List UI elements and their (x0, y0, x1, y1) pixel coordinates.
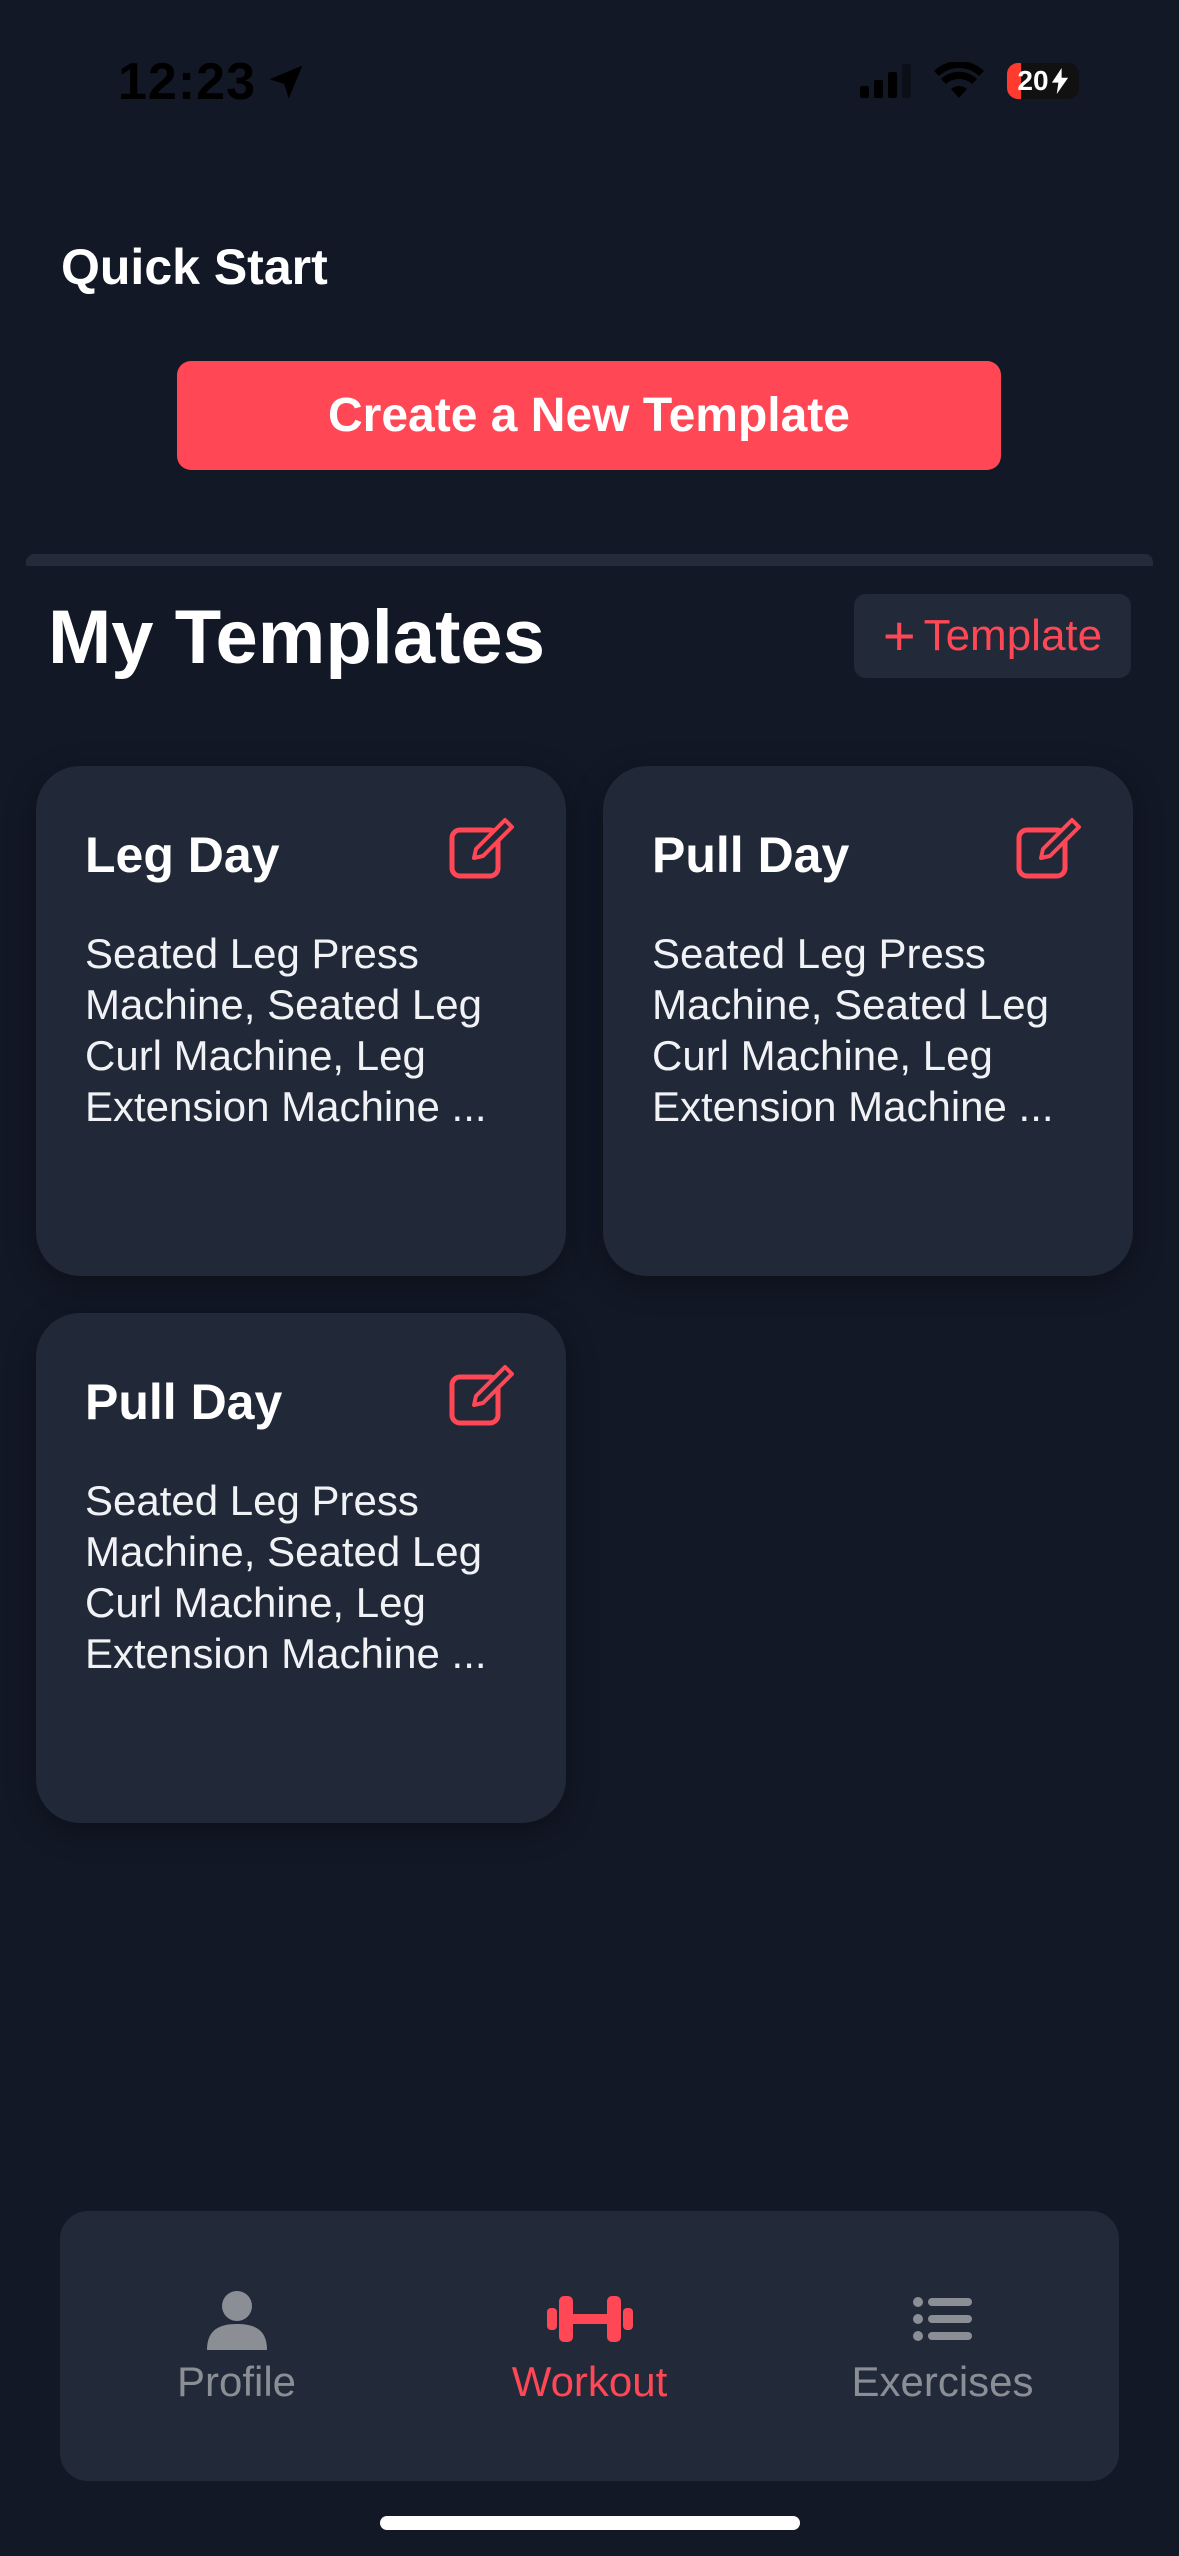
tab-bar: Profile Workout Exercises (60, 2211, 1119, 2481)
tab-exercises-label: Exercises (851, 2358, 1034, 2405)
template-exercises: Seated Leg Press Machine, Seated Leg Cur… (652, 930, 1054, 1130)
edit-icon[interactable] (1015, 816, 1081, 882)
battery-percent: 20 (1017, 65, 1049, 96)
dumbbell-icon (546, 2296, 633, 2342)
add-template-label: Template (923, 611, 1103, 660)
wifi-icon (934, 62, 984, 98)
list-icon (912, 2297, 972, 2341)
template-card[interactable]: Pull Day Seated Leg Press Machine, Seate… (36, 1313, 566, 1823)
edit-icon[interactable] (448, 816, 514, 882)
my-templates-title: My Templates (48, 595, 545, 680)
home-indicator[interactable] (380, 2516, 800, 2530)
status-bar: 12:23 20 (0, 0, 1179, 170)
template-card[interactable]: Pull Day Seated Leg Press Machine, Seate… (603, 766, 1133, 1276)
cellular-signal-icon (860, 64, 911, 98)
status-time-text: 12:23 (118, 53, 256, 111)
template-name: Pull Day (652, 827, 850, 883)
status-icons: 20 (860, 62, 1079, 100)
location-arrow-icon (269, 65, 303, 99)
section-divider (26, 554, 1153, 566)
tab-exercises[interactable]: Exercises (783, 2286, 1103, 2406)
tab-profile-label: Profile (176, 2358, 297, 2405)
create-template-button[interactable]: Create a New Template (177, 361, 1001, 470)
template-exercises: Seated Leg Press Machine, Seated Leg Cur… (85, 1477, 487, 1677)
add-template-button[interactable]: + Template (854, 594, 1131, 678)
template-exercises: Seated Leg Press Machine, Seated Leg Cur… (85, 930, 487, 1130)
battery-icon: 20 (1007, 63, 1079, 99)
status-time: 12:23 (118, 52, 308, 112)
plus-icon: + (882, 604, 916, 667)
tab-workout-label: Workout (511, 2358, 668, 2405)
charging-bolt-icon (1051, 68, 1068, 94)
tab-workout[interactable]: Workout (430, 2286, 750, 2406)
template-card[interactable]: Leg Day Seated Leg Press Machine, Seated… (36, 766, 566, 1276)
tab-profile[interactable]: Profile (77, 2286, 397, 2406)
person-icon (206, 2291, 267, 2350)
edit-icon[interactable] (448, 1363, 514, 1429)
quick-start-title: Quick Start (61, 239, 328, 295)
template-name: Pull Day (85, 1374, 283, 1430)
template-name: Leg Day (85, 827, 280, 883)
